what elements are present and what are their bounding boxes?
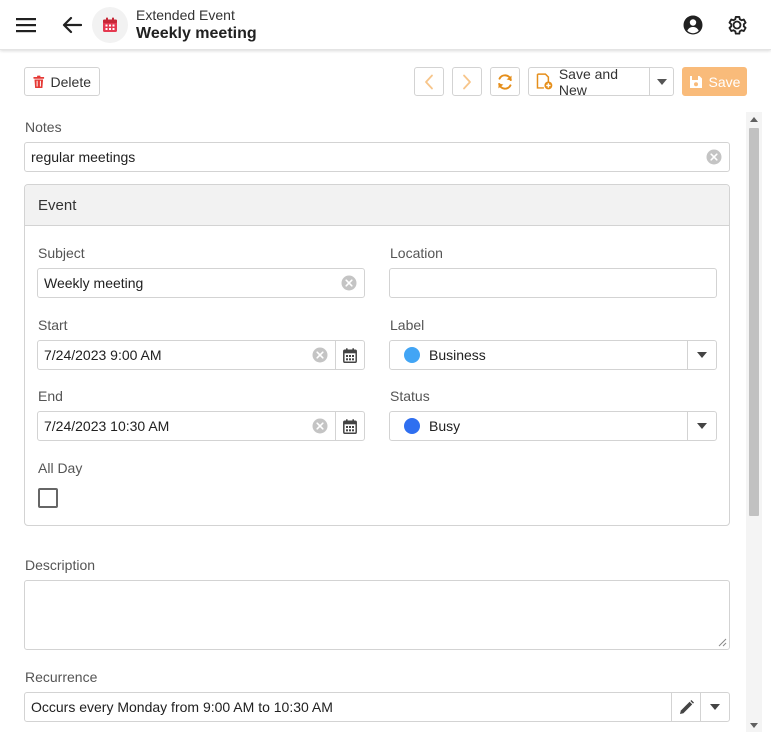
caret-down-icon <box>710 704 720 710</box>
clear-icon <box>312 418 328 434</box>
end-calendar-button[interactable] <box>335 412 364 440</box>
save-new-icon <box>536 73 553 90</box>
hamburger-icon <box>16 18 36 33</box>
recurrence-value: Occurs every Monday from 9:00 AM to 10:3… <box>31 699 333 715</box>
scroll-down-arrow-icon <box>750 722 758 728</box>
location-input[interactable] <box>389 268 717 298</box>
scroll-down-button[interactable] <box>746 718 762 732</box>
save-and-new-label: Save and New <box>558 65 618 98</box>
pencil-icon <box>679 699 694 714</box>
clear-subject-button[interactable] <box>339 273 359 293</box>
app-header: Extended Event Weekly meeting <box>0 0 771 50</box>
label-select[interactable]: Business <box>389 340 717 370</box>
status-label: Status <box>390 388 430 404</box>
description-label: Description <box>25 557 96 573</box>
status-color-dot <box>404 418 420 434</box>
caret-down-icon <box>697 352 707 358</box>
clear-icon <box>706 149 722 165</box>
scrollbar-thumb[interactable] <box>749 128 759 516</box>
calendar-icon <box>343 347 357 363</box>
end-value: 7/24/2023 10:30 AM <box>44 418 170 434</box>
notes-input[interactable]: regular meetings <box>24 142 730 172</box>
subject-input[interactable]: Weekly meeting <box>37 268 365 298</box>
refresh-icon <box>498 73 512 90</box>
label-value: Business <box>429 347 486 363</box>
label-color-dot <box>404 347 420 363</box>
start-label: Start <box>38 317 68 333</box>
vertical-scrollbar[interactable] <box>746 112 762 732</box>
label-label: Label <box>390 317 425 333</box>
edit-recurrence-button[interactable] <box>671 693 700 721</box>
status-select[interactable]: Busy <box>389 411 717 441</box>
gear-icon <box>728 16 747 35</box>
start-value: 7/24/2023 9:00 AM <box>44 347 162 363</box>
save-button[interactable]: Save <box>682 67 747 96</box>
end-date-input[interactable]: 7/24/2023 10:30 AM <box>37 411 365 441</box>
scroll-up-button[interactable] <box>746 112 762 126</box>
recurrence-dropdown-button[interactable] <box>700 693 729 721</box>
scroll-up-arrow-icon <box>750 116 758 122</box>
start-calendar-button[interactable] <box>335 341 364 369</box>
save-options-dropdown[interactable] <box>649 67 674 96</box>
refresh-button[interactable] <box>490 67 520 96</box>
subject-label: Subject <box>38 245 85 261</box>
all-day-checkbox[interactable] <box>38 488 58 508</box>
caret-down-icon <box>656 78 667 85</box>
header-subtitle: Extended Event <box>136 7 235 23</box>
notes-label: Notes <box>25 119 62 135</box>
calendar-icon <box>103 17 117 32</box>
caret-down-icon <box>697 423 707 429</box>
resize-handle-icon[interactable] <box>718 638 727 647</box>
trash-icon <box>33 75 45 88</box>
delete-label: Delete <box>50 73 91 90</box>
back-button[interactable] <box>58 11 86 39</box>
clear-icon <box>312 347 328 363</box>
clear-start-button[interactable] <box>310 345 330 365</box>
floppy-disk-icon <box>689 75 702 88</box>
app-icon <box>92 7 128 43</box>
clear-icon <box>341 275 357 291</box>
all-day-label: All Day <box>38 460 83 476</box>
clear-end-button[interactable] <box>310 416 330 436</box>
menu-button[interactable] <box>12 11 40 39</box>
recurrence-label: Recurrence <box>25 669 98 685</box>
settings-button[interactable] <box>723 11 751 39</box>
calendar-icon <box>343 418 357 434</box>
event-group-header: Event <box>25 185 729 226</box>
description-textarea[interactable] <box>24 580 730 650</box>
delete-button[interactable]: Delete <box>24 67 100 96</box>
chevron-left-icon <box>425 74 433 89</box>
subject-value: Weekly meeting <box>44 275 144 291</box>
save-label: Save <box>708 73 741 90</box>
save-and-new-button[interactable]: Save and New <box>528 65 650 98</box>
chevron-right-icon <box>463 74 471 89</box>
page-title: Weekly meeting <box>136 25 257 42</box>
notes-value: regular meetings <box>31 149 136 165</box>
location-label: Location <box>390 245 443 261</box>
status-dropdown-button[interactable] <box>687 412 716 440</box>
clear-notes-button[interactable] <box>704 147 724 167</box>
end-label: End <box>38 388 63 404</box>
label-dropdown-button[interactable] <box>687 341 716 369</box>
status-value: Busy <box>429 418 461 434</box>
user-button[interactable] <box>679 11 707 39</box>
arrow-left-icon <box>62 16 82 34</box>
start-date-input[interactable]: 7/24/2023 9:00 AM <box>37 340 365 370</box>
recurrence-input[interactable]: Occurs every Monday from 9:00 AM to 10:3… <box>24 692 730 722</box>
previous-record-button[interactable] <box>414 67 444 96</box>
user-circle-icon <box>683 15 703 35</box>
next-record-button[interactable] <box>452 67 482 96</box>
